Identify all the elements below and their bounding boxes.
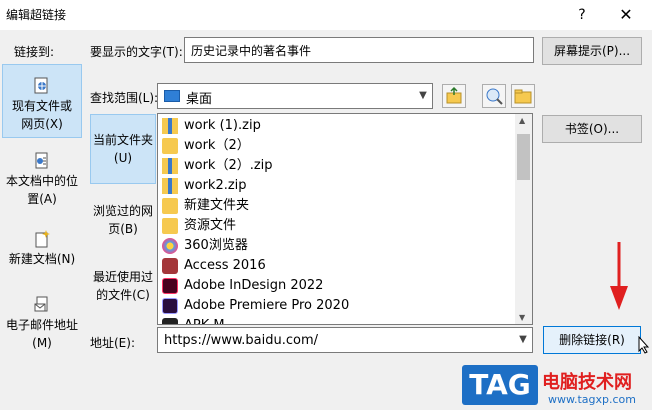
folder-icon <box>162 198 178 214</box>
file-name: APK M... <box>184 316 237 324</box>
address-input[interactable]: https://www.baidu.com/ ▼ <box>157 327 533 353</box>
chevron-down-icon[interactable]: ▼ <box>414 84 432 108</box>
nav-email-address[interactable]: 电子邮件地址(M) <box>2 292 82 352</box>
list-item[interactable]: Adobe InDesign 2022 <box>160 276 516 296</box>
zip-icon <box>162 118 178 134</box>
display-text-input[interactable]: 历史记录中的著名事件 <box>184 37 534 63</box>
zip-icon <box>162 158 178 174</box>
nav-existing-file-label: 现有文件或网页(X) <box>11 99 72 131</box>
file-name: 资源文件 <box>184 218 237 233</box>
open-folder-icon <box>514 89 532 104</box>
document-place-icon <box>34 152 50 170</box>
file-name: 360浏览器 <box>184 238 248 253</box>
nav-existing-file[interactable]: 现有文件或网页(X) <box>2 64 82 138</box>
shortcut-browsed-pages[interactable]: 浏览过的网页(B) <box>90 198 156 242</box>
file-name: Access 2016 <box>184 258 266 273</box>
shortcut-recent-files[interactable]: 最近使用过的文件(C) <box>90 264 156 308</box>
list-item[interactable]: work (1).zip <box>160 116 516 136</box>
file-name: work (1).zip <box>184 118 261 133</box>
display-text-label: 要显示的文字(T): <box>90 45 183 59</box>
browser-360-icon <box>162 238 178 254</box>
list-item[interactable]: work2.zip <box>160 176 516 196</box>
file-name: work（2） <box>184 138 250 153</box>
new-document-icon <box>34 230 50 248</box>
watermark-site-name: 电脑技术网 <box>542 372 632 393</box>
desktop-icon <box>164 90 180 102</box>
browse-web-button[interactable] <box>482 84 506 108</box>
annotation-arrow <box>610 242 628 310</box>
nav-email-address-label: 电子邮件地址(M) <box>5 318 78 350</box>
list-item[interactable]: Access 2016 <box>160 256 516 276</box>
remove-link-button[interactable]: 删除链接(R) <box>543 326 641 354</box>
up-folder-icon <box>446 86 462 104</box>
bookmark-button[interactable]: 书签(O)... <box>542 115 642 143</box>
email-icon <box>34 296 50 314</box>
mouse-cursor-icon <box>638 336 650 354</box>
watermark-url: www.tagxp.com <box>548 393 636 406</box>
list-item[interactable]: APK M... <box>160 316 516 324</box>
nav-new-document[interactable]: 新建文档(N) <box>2 226 82 274</box>
nav-place-in-document[interactable]: 本文档中的位置(A) <box>2 146 82 212</box>
link-to-label: 链接到: <box>14 45 55 59</box>
browse-file-button[interactable] <box>511 84 535 108</box>
premiere-icon <box>162 298 178 314</box>
nav-place-in-document-label: 本文档中的位置(A) <box>5 174 78 206</box>
list-item[interactable]: 360浏览器 <box>160 236 516 256</box>
shortcut-current-folder[interactable]: 当前文件夹(U) <box>90 114 156 184</box>
list-item[interactable]: Adobe Premiere Pro 2020 <box>160 296 516 316</box>
title-bar: 编辑超链接 ? ✕ <box>0 0 652 30</box>
location-shortcuts: 当前文件夹(U) 浏览过的网页(B) 最近使用过的文件(C) <box>90 110 156 324</box>
list-item[interactable]: work（2） <box>160 136 516 156</box>
list-item[interactable]: 资源文件 <box>160 216 516 236</box>
list-item[interactable]: work（2）.zip <box>160 156 516 176</box>
help-button[interactable]: ? <box>568 4 596 26</box>
scroll-up-icon[interactable]: ▲ <box>519 116 525 125</box>
close-button[interactable]: ✕ <box>612 4 640 26</box>
file-list[interactable]: work (1).zip work（2） work（2）.zip work2.z… <box>157 113 533 325</box>
browse-web-icon <box>486 88 503 105</box>
file-name: 新建文件夹 <box>184 198 250 213</box>
look-in-value: 桌面 <box>186 92 213 107</box>
access-icon <box>162 258 178 274</box>
chevron-down-icon[interactable]: ▼ <box>514 328 532 352</box>
file-name: work（2）.zip <box>184 158 273 173</box>
scroll-thumb[interactable] <box>517 134 530 180</box>
look-in-label: 查找范围(L): <box>90 91 159 105</box>
folder-icon <box>162 218 178 234</box>
address-value: https://www.baidu.com/ <box>164 333 319 348</box>
watermark-logo: TAG <box>462 365 538 405</box>
address-label: 地址(E): <box>90 336 135 350</box>
folder-icon <box>162 138 178 154</box>
zip-icon <box>162 178 178 194</box>
file-name: Adobe Premiere Pro 2020 <box>184 298 350 313</box>
nav-new-document-label: 新建文档(N) <box>8 252 76 266</box>
indesign-icon <box>162 278 178 294</box>
dialog-title: 编辑超链接 <box>6 8 67 22</box>
apk-icon <box>162 318 178 324</box>
screen-tip-button[interactable]: 屏幕提示(P)... <box>542 37 642 65</box>
file-name: work2.zip <box>184 178 247 193</box>
link-to-nav: 现有文件或网页(X) 本文档中的位置(A) 新建文档(N) 电子邮件地址(M) <box>2 64 82 364</box>
up-folder-button[interactable] <box>442 84 466 108</box>
file-list-scrollbar[interactable]: ▲ ▼ <box>515 114 532 324</box>
scroll-down-icon[interactable]: ▼ <box>519 313 525 322</box>
file-name: Adobe InDesign 2022 <box>184 278 324 293</box>
globe-file-icon <box>34 77 50 95</box>
look-in-select[interactable]: 桌面 ▼ <box>157 83 433 109</box>
list-item[interactable]: 新建文件夹 <box>160 196 516 216</box>
